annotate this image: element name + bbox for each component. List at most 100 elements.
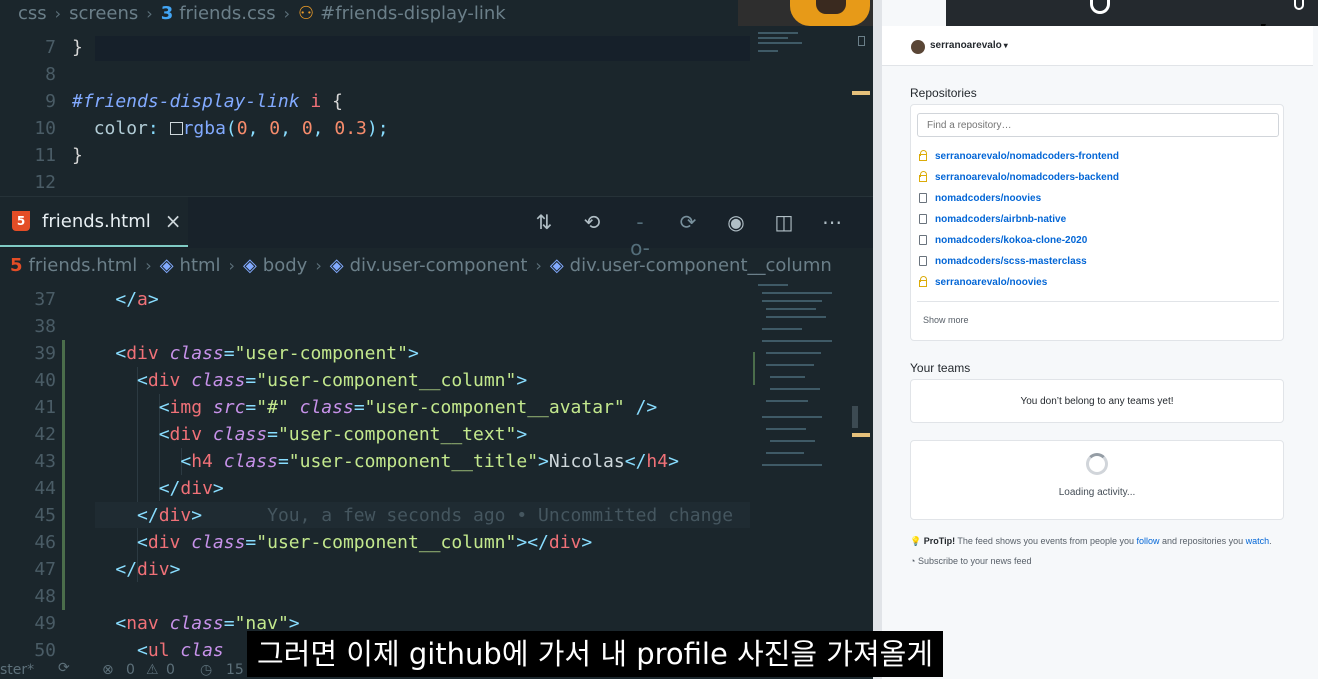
line-text[interactable]: </div> (72, 475, 224, 502)
line-text[interactable]: </div> (72, 556, 180, 583)
error-icon[interactable]: ⊗ (102, 662, 114, 678)
history-icon[interactable]: ◷ (200, 662, 212, 678)
repo-link[interactable]: serranoarevalo/nomadcoders-frontend (919, 148, 1119, 164)
code-line[interactable]: 43 <h4 class="user-component__title">Nic… (0, 448, 750, 475)
github-header (946, 0, 1318, 26)
watch-link[interactable]: watch (1246, 536, 1270, 546)
chevron-right-icon: › (283, 3, 291, 23)
breadcrumb-item[interactable]: css (18, 3, 47, 24)
symbol-class-icon: ⚇ (298, 2, 315, 24)
code-line[interactable]: 10 color: rgba(0, 0, 0, 0.3); (0, 115, 750, 142)
line-text[interactable]: } (72, 142, 83, 169)
rss-icon: ◔ (910, 556, 916, 566)
breadcrumb-item[interactable]: friends.css (179, 3, 275, 24)
code-line[interactable]: 46 <div class="user-component__column"><… (0, 529, 750, 556)
warning-count[interactable]: 0 (166, 662, 175, 678)
previous-change-icon[interactable]: ⟲ (579, 209, 605, 235)
html5-icon: 5 (10, 254, 23, 276)
tab-friends-html[interactable]: 5 friends.html × (0, 197, 188, 247)
repo-link[interactable]: nomadcoders/airbnb-native (919, 211, 1066, 227)
split-editor-icon[interactable]: ◫ (771, 209, 797, 235)
code-line[interactable]: 42 <div class="user-component__text"> (0, 421, 750, 448)
line-number: 10 (34, 118, 56, 139)
code-line[interactable]: 37 </a> (0, 286, 750, 313)
breadcrumb-item[interactable]: #friends-display-link (320, 3, 506, 24)
breadcrumb-item[interactable]: screens (69, 3, 138, 24)
code-line[interactable]: 41 <img src="#" class="user-component__a… (0, 394, 750, 421)
subscribe-link[interactable]: ◔ Subscribe to your news feed (910, 556, 1032, 566)
teams-message: You don’t belong to any teams yet! (1020, 396, 1174, 407)
line-text[interactable]: color: rgba(0, 0, 0, 0.3); (72, 115, 389, 142)
html-code-area[interactable]: 37 </a> 38 39 <div class="user-component">… (0, 286, 750, 664)
code-line[interactable]: 47 </div> (0, 556, 750, 583)
scrollbar-thumb[interactable] (858, 36, 865, 46)
code-line[interactable]: 48 (0, 583, 750, 610)
code-line[interactable]: 40 <div class="user-component__column"> (0, 367, 750, 394)
sync-icon[interactable]: ⟳ (58, 660, 70, 676)
lock-icon (919, 150, 927, 161)
github-logo-icon[interactable] (1090, 0, 1110, 14)
line-number: 45 (34, 505, 56, 526)
repo-link[interactable]: serranoarevalo/nomadcoders-backend (919, 169, 1119, 185)
repo-link[interactable]: serranoarevalo/noovies (919, 274, 1047, 290)
line-number: 49 (34, 613, 56, 634)
breadcrumb-item[interactable]: div.user-component__column (570, 255, 832, 276)
minimap[interactable] (752, 280, 852, 480)
repo-name: nomadcoders/scss-masterclass (935, 255, 1087, 267)
git-branch[interactable]: ster* (0, 662, 34, 678)
account-switcher[interactable]: serranoarevalo ▾ (882, 26, 1313, 66)
next-change-icon[interactable]: ⟳ (675, 209, 701, 235)
repo-link[interactable]: nomadcoders/noovies (919, 190, 1041, 206)
warning-icon[interactable]: ⚠ (146, 662, 159, 678)
chevron-right-icon: › (535, 255, 542, 275)
code-line[interactable]: 9 #friends-display-link i { (0, 88, 750, 115)
breadcrumb-item[interactable]: friends.html (29, 255, 138, 276)
commit-icon[interactable]: -o- (627, 209, 653, 260)
line-text[interactable]: } (72, 34, 83, 61)
line-text[interactable]: <div class="user-component__column"></di… (72, 529, 592, 556)
code-line[interactable]: 11} (0, 142, 750, 169)
line-text[interactable]: <h4 class="user-component__title">Nicola… (72, 448, 679, 475)
error-count[interactable]: 0 (126, 662, 135, 678)
breadcrumb-item[interactable]: body (263, 255, 308, 276)
line-text[interactable]: </a> (72, 286, 158, 313)
status-extra[interactable]: 15 (226, 662, 244, 678)
divider (917, 301, 1279, 302)
close-icon[interactable]: × (165, 209, 182, 233)
avatar (911, 40, 925, 54)
code-line[interactable]: 39 <div class="user-component"> (0, 340, 750, 367)
notification-bell-icon[interactable] (1294, 0, 1304, 10)
line-text[interactable]: </div> You, a few seconds ago • Uncommit… (72, 502, 733, 529)
repo-icon (919, 214, 927, 224)
code-line[interactable]: 8 (0, 61, 750, 88)
code-line[interactable]: 12 (0, 169, 750, 196)
find-repository-input[interactable] (917, 113, 1279, 137)
line-number: 41 (34, 397, 56, 418)
repo-link[interactable]: nomadcoders/kokoa-clone-2020 (919, 232, 1087, 248)
protip: 💡 ProTip! The feed shows you events from… (910, 536, 1272, 547)
more-actions-icon[interactable]: ⋯ (819, 209, 845, 235)
code-line[interactable]: 45 </div> You, a few seconds ago • Uncom… (0, 502, 750, 529)
line-text[interactable]: <ul clas (72, 637, 224, 664)
line-text[interactable]: <div class="user-component__column"> (72, 367, 527, 394)
minimap[interactable] (752, 28, 852, 68)
protip-end: . (1269, 536, 1272, 546)
show-more-button[interactable]: Show more (923, 315, 969, 325)
open-changes-icon[interactable]: ⇅ (531, 209, 557, 235)
cube-icon: ◈ (159, 254, 174, 276)
code-line[interactable]: 44 </div> (0, 475, 750, 502)
line-text[interactable]: #friends-display-link i { (72, 88, 343, 115)
scrollbar-thumb[interactable] (852, 406, 858, 428)
repo-link[interactable]: nomadcoders/scss-masterclass (919, 253, 1087, 269)
breadcrumb-item[interactable]: div.user-component (350, 255, 528, 276)
git-lens-icon[interactable]: ◉ (723, 209, 749, 235)
line-number: 39 (34, 343, 56, 364)
line-text[interactable]: <img src="#" class="user-component__avat… (72, 394, 658, 421)
follow-link[interactable]: follow (1137, 536, 1160, 546)
line-number: 7 (45, 37, 56, 58)
line-text[interactable]: <div class="user-component"> (72, 340, 418, 367)
cube-icon: ◈ (242, 254, 257, 276)
code-line[interactable]: 38 (0, 313, 750, 340)
line-text[interactable]: <div class="user-component__text"> (72, 421, 528, 448)
breadcrumb-item[interactable]: html (180, 255, 221, 276)
